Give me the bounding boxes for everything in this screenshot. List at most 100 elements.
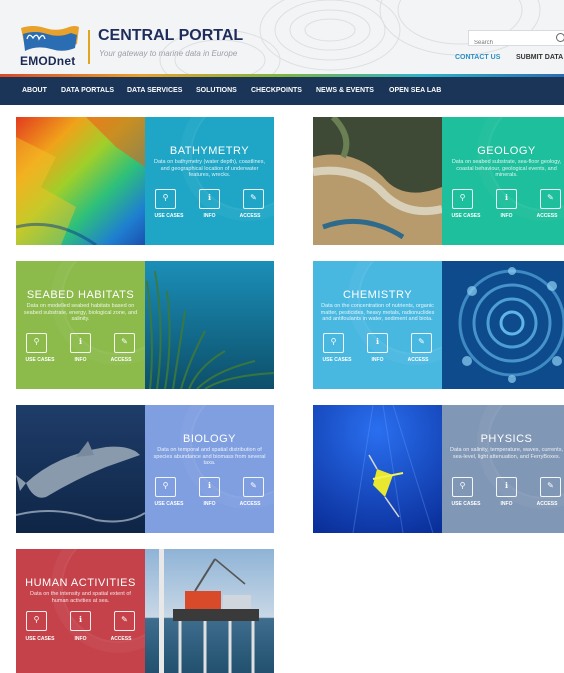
info-label[interactable]: INFO	[487, 501, 527, 507]
use-cases-button[interactable]: ⚲	[452, 477, 473, 497]
card-description: Data on the concentration of nutrients, …	[320, 303, 435, 322]
access-label[interactable]: ACCESS	[230, 501, 270, 507]
geology-panel: GEOLOGY Data on seabed substrate, sea-fl…	[442, 117, 564, 245]
header-divider	[88, 30, 90, 64]
nav-item-solutions[interactable]: SOLUTIONS	[196, 87, 237, 94]
card-human-activities[interactable]: HUMAN ACTIVITIES Data on the intensity a…	[16, 549, 274, 673]
search-input[interactable]	[469, 36, 554, 50]
card-physics[interactable]: PHYSICS Data on salinity, temperature, w…	[313, 405, 564, 533]
pencil-icon: ✎	[547, 481, 554, 490]
card-biology[interactable]: BIOLOGY Data on temporal and spatial dis…	[16, 405, 274, 533]
pencil-icon: ✎	[250, 193, 257, 202]
search-icon: ⚲	[33, 615, 40, 624]
use-cases-button[interactable]: ⚲	[155, 189, 176, 209]
bathymetry-image	[16, 117, 145, 245]
info-icon: ℹ	[78, 337, 83, 346]
search-icon: ⚲	[330, 337, 337, 346]
access-button[interactable]: ✎	[411, 333, 432, 353]
info-label[interactable]: INFO	[190, 213, 230, 219]
human-activities-panel: HUMAN ACTIVITIES Data on the intensity a…	[16, 549, 175, 673]
search-icon: ⚲	[162, 481, 169, 490]
card-chemistry[interactable]: CHEMISTRY Data on the concentration of n…	[313, 261, 564, 389]
use-cases-button[interactable]: ⚲	[452, 189, 473, 209]
seabed-habitats-image	[145, 261, 274, 389]
search-box[interactable]	[468, 30, 564, 50]
access-label[interactable]: ACCESS	[101, 636, 141, 642]
physics-image	[313, 405, 442, 533]
card-actions: ⚲ ℹ ✎	[26, 611, 135, 631]
info-icon: ℹ	[207, 481, 212, 490]
nav-item-checkpoints[interactable]: CHECKPOINTS	[251, 87, 302, 94]
access-button[interactable]: ✎	[243, 189, 264, 209]
access-label[interactable]: ACCESS	[230, 213, 270, 219]
card-action-labels: USE CASES INFO ACCESS	[149, 213, 270, 219]
search-icon: ⚲	[33, 337, 40, 346]
card-geology[interactable]: GEOLOGY Data on seabed substrate, sea-fl…	[313, 117, 564, 245]
card-bathymetry[interactable]: BATHYMETRY Data on bathymetry (water dep…	[16, 117, 274, 245]
use-cases-label[interactable]: USE CASES	[20, 636, 60, 642]
card-seabed-habitats[interactable]: SEABED HABITATS Data on modelled seabed …	[16, 261, 274, 389]
card-actions: ⚲ ℹ ✎	[155, 189, 264, 209]
info-icon: ℹ	[504, 193, 509, 202]
access-button[interactable]: ✎	[114, 611, 135, 631]
seabed-habitats-panel: SEABED HABITATS Data on modelled seabed …	[16, 261, 175, 389]
human-activities-image	[145, 549, 274, 673]
access-label[interactable]: ACCESS	[527, 501, 564, 507]
access-button[interactable]: ✎	[114, 333, 135, 353]
use-cases-label[interactable]: USE CASES	[20, 357, 60, 363]
access-label[interactable]: ACCESS	[398, 357, 438, 363]
use-cases-button[interactable]: ⚲	[26, 611, 47, 631]
info-button[interactable]: ℹ	[70, 611, 91, 631]
info-button[interactable]: ℹ	[367, 333, 388, 353]
nav-item-data-services[interactable]: DATA SERVICES	[127, 87, 182, 94]
use-cases-label[interactable]: USE CASES	[446, 501, 486, 507]
info-label[interactable]: INFO	[358, 357, 398, 363]
access-button[interactable]: ✎	[540, 477, 561, 497]
biology-panel: BIOLOGY Data on temporal and spatial dis…	[145, 405, 274, 533]
info-button[interactable]: ℹ	[70, 333, 91, 353]
card-description: Data on seabed substrate, sea-floor geol…	[451, 159, 562, 178]
use-cases-button[interactable]: ⚲	[323, 333, 344, 353]
access-button[interactable]: ✎	[540, 189, 561, 209]
nav-item-news-events[interactable]: NEWS & EVENTS	[316, 87, 374, 94]
info-label[interactable]: INFO	[487, 213, 527, 219]
info-button[interactable]: ℹ	[199, 189, 220, 209]
info-label[interactable]: INFO	[190, 501, 230, 507]
card-action-labels: USE CASES INFO ACCESS	[149, 501, 270, 507]
use-cases-button[interactable]: ⚲	[155, 477, 176, 497]
search-icon[interactable]	[556, 33, 564, 42]
card-title: HUMAN ACTIVITIES	[25, 577, 136, 589]
biology-image	[16, 405, 145, 533]
site-header: EMODnet CENTRAL PORTAL Your gateway to m…	[0, 0, 564, 74]
contact-us-link[interactable]: CONTACT US	[455, 54, 500, 61]
info-icon: ℹ	[78, 615, 83, 624]
nav-item-data-portals[interactable]: DATA PORTALS	[61, 87, 114, 94]
info-label[interactable]: INFO	[61, 636, 101, 642]
info-icon: ℹ	[207, 193, 212, 202]
card-description: Data on temporal and spatial distributio…	[153, 447, 266, 466]
card-title: BATHYMETRY	[169, 145, 250, 157]
use-cases-label[interactable]: USE CASES	[149, 501, 189, 507]
use-cases-label[interactable]: USE CASES	[149, 213, 189, 219]
pencil-icon: ✎	[418, 337, 425, 346]
access-label[interactable]: ACCESS	[101, 357, 141, 363]
card-actions: ⚲ ℹ ✎	[452, 477, 561, 497]
card-action-labels: USE CASES INFO ACCESS	[446, 501, 564, 507]
use-cases-label[interactable]: USE CASES	[317, 357, 357, 363]
card-title: GEOLOGY	[477, 145, 536, 157]
info-button[interactable]: ℹ	[199, 477, 220, 497]
submit-data-link[interactable]: SUBMIT DATA	[516, 54, 563, 61]
pencil-icon: ✎	[121, 337, 128, 346]
pencil-icon: ✎	[121, 615, 128, 624]
tagline: Your gateway to marine data in Europe	[99, 49, 238, 58]
info-label[interactable]: INFO	[61, 357, 101, 363]
nav-item-about[interactable]: ABOUT	[22, 87, 47, 94]
access-button[interactable]: ✎	[243, 477, 264, 497]
info-button[interactable]: ℹ	[496, 189, 517, 209]
info-button[interactable]: ℹ	[496, 477, 517, 497]
use-cases-button[interactable]: ⚲	[26, 333, 47, 353]
nav-item-open-sea-lab[interactable]: OPEN SEA LAB	[389, 87, 441, 94]
access-label[interactable]: ACCESS	[527, 213, 564, 219]
card-description: Data on modelled seabed habitats based o…	[23, 303, 138, 322]
use-cases-label[interactable]: USE CASES	[446, 213, 486, 219]
